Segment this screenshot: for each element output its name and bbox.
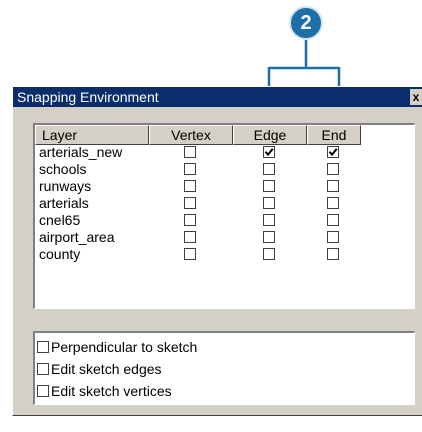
vertex-snap-checkbox[interactable] (184, 214, 196, 226)
option-label: Edit sketch edges (51, 361, 162, 377)
vertex-snap-checkbox[interactable] (184, 197, 196, 209)
layer-name: arterials_new (39, 144, 123, 160)
snapping-environment-window: Snapping Environment x Layer Vertex Edge… (12, 86, 422, 416)
snapping-options-list: Perpendicular to sketch Edit sketch edges… (33, 331, 415, 405)
end-snap-checkbox[interactable] (327, 180, 339, 192)
layer-name: schools (39, 161, 87, 177)
layer-name: airport_area (39, 229, 115, 245)
checkmark-icon (328, 148, 338, 157)
edge-snap-checkbox[interactable] (263, 180, 275, 192)
layer-name: runways (39, 178, 92, 194)
checkmark-icon (264, 148, 274, 157)
end-snap-checkbox[interactable] (327, 214, 339, 226)
vertex-snap-checkbox[interactable] (184, 163, 196, 175)
layer-row[interactable]: county (35, 246, 414, 263)
layer-row[interactable]: airport_area (35, 229, 414, 246)
edge-snap-checkbox[interactable] (263, 163, 275, 175)
window-title: Snapping Environment (17, 89, 159, 105)
end-snap-checkbox[interactable] (327, 248, 339, 260)
close-button[interactable]: x (410, 89, 422, 105)
layer-name: county (39, 246, 81, 262)
vertex-snap-checkbox[interactable] (184, 248, 196, 260)
vertex-snap-checkbox[interactable] (184, 146, 196, 158)
edge-snap-checkbox[interactable] (263, 197, 275, 209)
column-header-edge[interactable]: Edge (233, 125, 307, 145)
callout-number-badge: 2 (289, 6, 323, 40)
layer-name: cnel65 (39, 212, 81, 228)
option-checkbox[interactable] (37, 341, 49, 353)
layer-row[interactable]: runways (35, 178, 414, 195)
layer-list: Layer Vertex Edge End arterials_new schoo… (33, 123, 415, 309)
layer-list-header: Layer Vertex Edge End (35, 125, 414, 145)
option-label: Edit sketch vertices (51, 383, 172, 399)
column-header-vertex[interactable]: Vertex (149, 125, 233, 145)
layer-row[interactable]: arterials_new (35, 144, 414, 161)
layer-row[interactable]: arterials (35, 195, 414, 212)
option-label: Perpendicular to sketch (51, 339, 198, 355)
window-titlebar[interactable]: Snapping Environment x (13, 87, 422, 107)
vertex-snap-checkbox[interactable] (184, 231, 196, 243)
option-checkbox[interactable] (37, 363, 49, 375)
column-header-layer[interactable]: Layer (35, 125, 149, 145)
end-snap-checkbox[interactable] (327, 197, 339, 209)
option-checkbox[interactable] (37, 385, 49, 397)
edge-snap-checkbox[interactable] (263, 214, 275, 226)
end-snap-checkbox[interactable] (327, 163, 339, 175)
layer-name: arterials (39, 195, 89, 211)
edge-snap-checkbox[interactable] (263, 231, 275, 243)
layer-row[interactable]: schools (35, 161, 414, 178)
edge-snap-checkbox[interactable] (263, 146, 275, 158)
end-snap-checkbox[interactable] (327, 146, 339, 158)
layer-row[interactable]: cnel65 (35, 212, 414, 229)
vertex-snap-checkbox[interactable] (184, 180, 196, 192)
end-snap-checkbox[interactable] (327, 231, 339, 243)
column-header-end[interactable]: End (307, 125, 361, 145)
edge-snap-checkbox[interactable] (263, 248, 275, 260)
